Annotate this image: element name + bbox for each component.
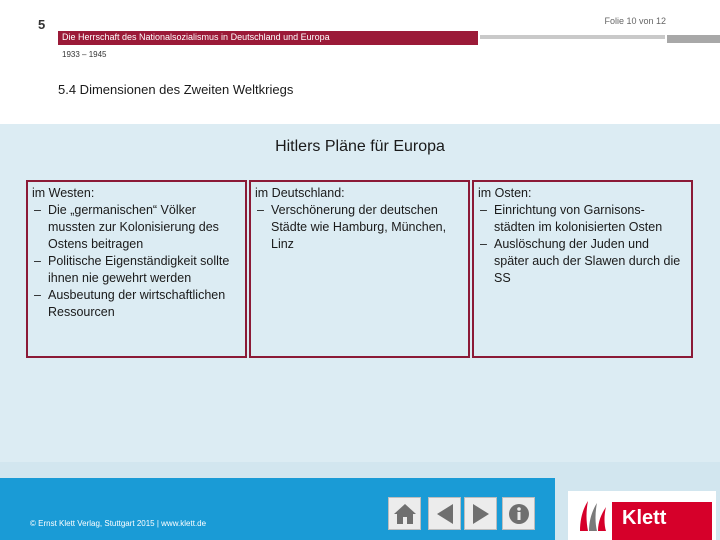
list-item: Die „germanischen“ Völker mussten zur Ko…	[32, 202, 237, 253]
panel-germany: im Deutschland: Verschönerung der deutsc…	[249, 180, 470, 358]
klett-logo-text: Klett	[622, 507, 667, 529]
previous-icon	[436, 503, 453, 524]
section-title: 5.4 Dimensionen des Zweiten Weltkriegs	[58, 82, 294, 97]
panel-west: im Westen: Die „germanischen“ Völker mus…	[26, 180, 247, 358]
list-item: Politische Eigenständigkeit sollte ihnen…	[32, 253, 237, 287]
header-divider	[480, 35, 665, 39]
chapter-number: 5	[38, 17, 46, 32]
panel-title: im Westen:	[32, 186, 95, 200]
list-item: Auslöschung der Juden und später auch de…	[478, 236, 683, 287]
panel-title: im Deutschland:	[255, 186, 345, 200]
content-area: Hitlers Pläne für Europa im Westen: Die …	[0, 124, 720, 462]
header-divider-end	[667, 35, 720, 43]
book-title: Die Herrschaft des Nationalsozialismus i…	[62, 32, 330, 42]
panel-list: Verschönerung der deutschen Städte wie H…	[255, 202, 460, 253]
main-heading: Hitlers Pläne für Europa	[275, 138, 445, 155]
panel-list: Einrichtung von Garnisons-städten im kol…	[478, 202, 683, 287]
panel-title: im Osten:	[478, 186, 532, 200]
previous-button[interactable]	[428, 497, 461, 530]
list-item: Verschönerung der deutschen Städte wie H…	[255, 202, 460, 253]
list-item: Einrichtung von Garnisons-städten im kol…	[478, 202, 683, 236]
klett-logo-plate: Klett	[612, 502, 712, 540]
copyright: © Ernst Klett Verlag, Stuttgart 2015 | w…	[30, 519, 207, 528]
title-bar: Die Herrschaft des Nationalsozialismus i…	[58, 31, 478, 45]
next-icon	[472, 503, 489, 524]
slide-counter: Folie 10 von 12	[604, 16, 666, 26]
footer-bar: © Ernst Klett Verlag, Stuttgart 2015 | w…	[0, 478, 555, 540]
panel-east: im Osten: Einrichtung von Garnisons-städ…	[472, 180, 693, 358]
info-icon	[508, 503, 529, 524]
klett-logo-mark-icon	[580, 501, 606, 531]
list-item: Ausbeutung der wirtschaftlichen Ressourc…	[32, 287, 237, 321]
info-button[interactable]	[502, 497, 535, 530]
period: 1933 – 1945	[62, 50, 107, 59]
home-button[interactable]	[388, 497, 421, 530]
panel-list: Die „germanischen“ Völker mussten zur Ko…	[32, 202, 237, 321]
next-button[interactable]	[464, 497, 497, 530]
home-icon	[393, 503, 416, 524]
klett-logo[interactable]: Klett	[568, 491, 716, 540]
